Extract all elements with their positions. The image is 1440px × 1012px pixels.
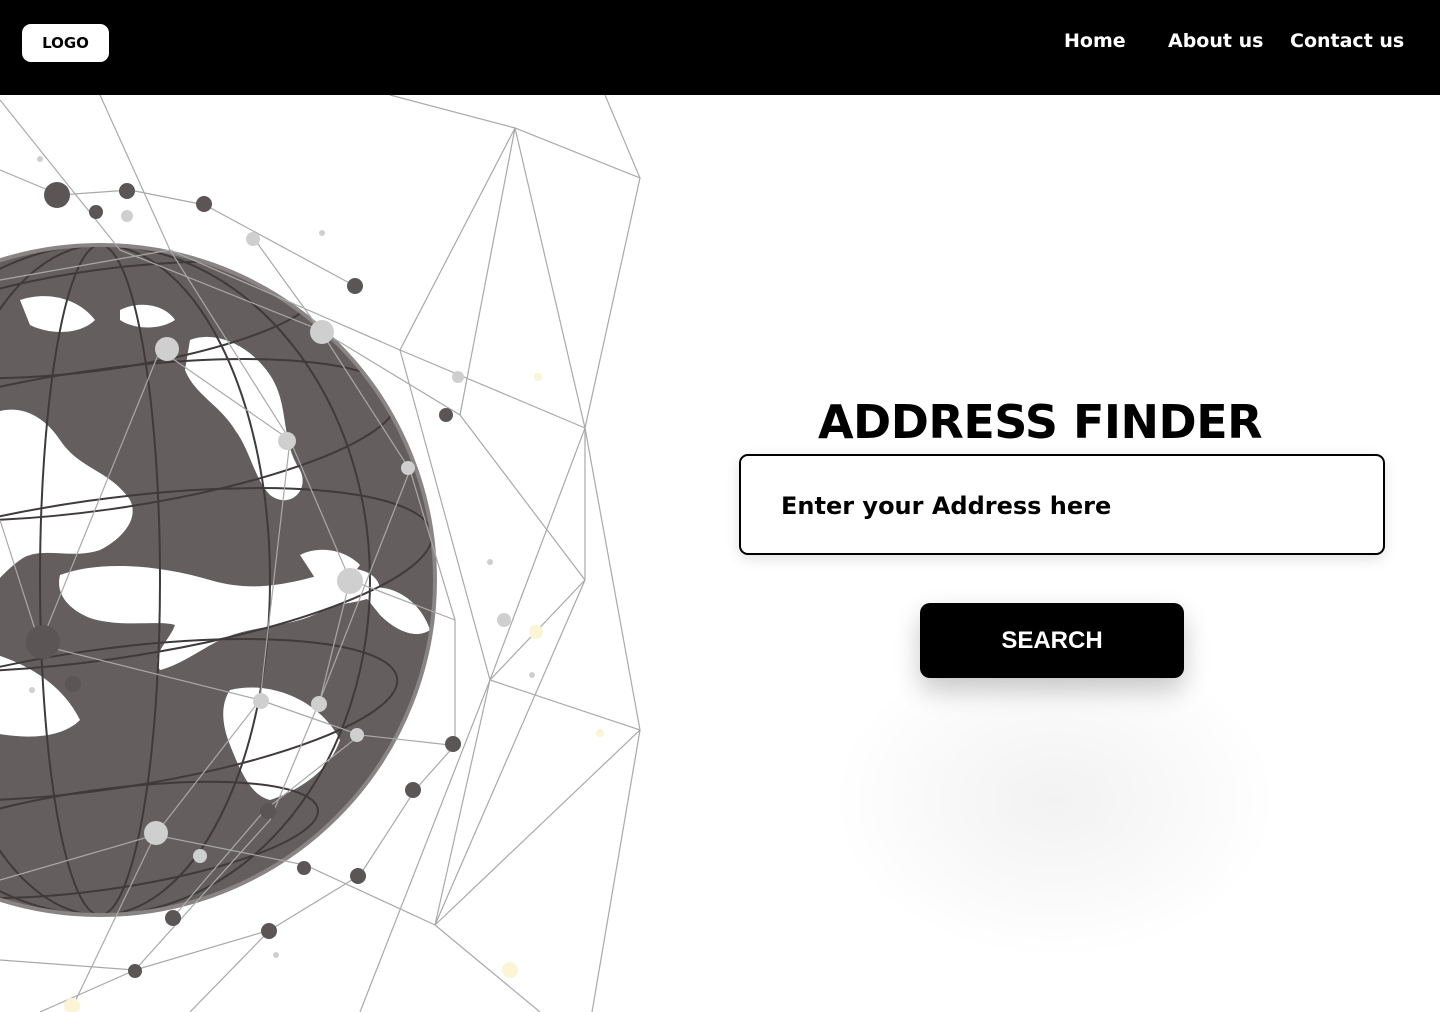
globe-network-illustration (0, 95, 641, 1012)
address-search-box (739, 454, 1385, 555)
top-navigation-bar: LOGO Home About us Contact us (0, 0, 1440, 95)
address-input[interactable] (779, 456, 1363, 555)
nav-link-home[interactable]: Home (1064, 28, 1126, 54)
address-finder-page: LOGO Home About us Contact us ADDRESS FI… (0, 0, 1440, 1012)
page-title: ADDRESS FINDER (817, 394, 1263, 449)
search-button[interactable]: SEARCH (920, 603, 1184, 678)
nav-link-about-us[interactable]: About us (1168, 28, 1263, 54)
logo-button[interactable]: LOGO (22, 24, 109, 62)
search-button-shadow (830, 640, 1280, 960)
nav-link-contact-us[interactable]: Contact us (1290, 28, 1404, 54)
